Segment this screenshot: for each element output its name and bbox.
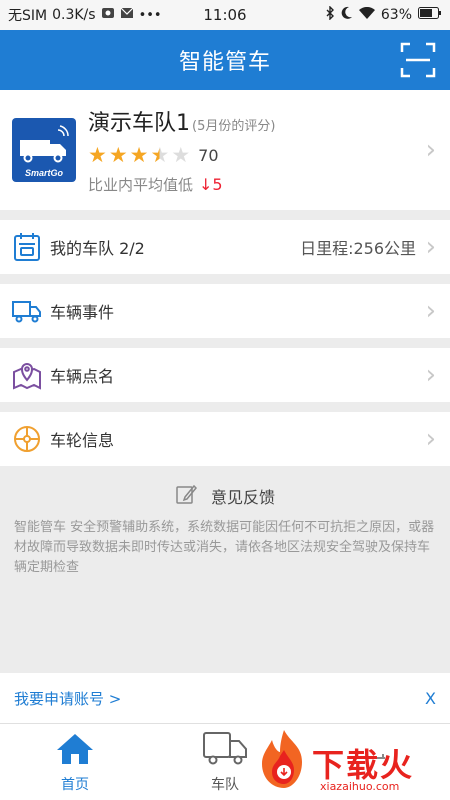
star-icon: ★ [171,143,191,167]
page-title: 智能管车 [178,50,271,75]
watermark-url: xiazaihuo.com [320,780,400,793]
close-button[interactable]: X [425,689,436,708]
mail-icon [120,6,134,24]
wheel-icon [12,424,42,454]
team-card[interactable]: SmartGo 演示车队1 (5月份的评分) ★ ★ ★ ★ ★ 70 比业内平… [0,90,450,210]
edit-icon [175,483,197,509]
rating-stars: ★ ★ ★ ★ ★ 70 [88,145,438,166]
chevron-right-icon: › [425,296,436,326]
home-icon [55,732,95,770]
tab-label-home: 首页 [61,777,89,793]
status-bar: 无SIM 0.3K/s ••• 11:06 63% [0,0,450,30]
wifi-icon [358,6,375,23]
watermark-logo: 下载火 xiazaihuo.com [254,726,444,796]
feedback-label: 意见反馈 [210,488,275,507]
menu-item-vehicle-roll-call[interactable]: 车辆点名 › [0,348,450,402]
fleet-calendar-icon [12,232,42,262]
daily-mileage: 日里程:256公里 [300,239,416,258]
moon-icon [341,6,353,24]
menu-item-wheel-info[interactable]: 车轮信息 › [0,412,450,466]
apply-account-bar: 我要申请账号 > X [0,673,450,723]
compare-delta: ↓5 [199,175,223,194]
star-icon: ★ [88,143,107,167]
disclaimer-text: 智能管车 安全预警辅助系统，系统数据可能因任何不可抗拒之原因，或器材故障而导致数… [14,520,435,575]
carrier-text: 无SIM [8,8,48,24]
star-icon: ★ [108,143,128,167]
rating-period: (5月份的评分) [192,119,276,134]
apply-account-link[interactable]: 我要申请账号 > [14,688,425,709]
header-bar: 智能管车 [0,30,450,90]
team-logo: SmartGo [12,118,76,182]
logo-text: SmartGo [24,168,63,178]
menu-label-my-team: 我的车队 2/2 [50,239,145,258]
network-speed: 0.3K/s [52,7,96,23]
team-name: 演示车队1 [88,111,190,136]
flame-icon [262,730,302,788]
delivery-truck-icon [12,296,42,326]
star-icon: ★ [129,143,149,167]
feedback-button[interactable]: 意见反馈 [0,482,450,510]
rating-score: 70 [198,146,219,165]
map-pin-icon [12,360,42,390]
chevron-right-icon: › [425,232,436,262]
scan-icon[interactable] [400,42,436,78]
tab-label-fleet: 车队 [211,777,239,793]
box-icon [101,6,115,24]
menu-item-vehicle-events[interactable]: 车辆事件 › [0,284,450,338]
menu-item-my-team[interactable]: 我的车队 2/2 日里程:256公里 › [0,220,450,274]
chevron-right-icon: › [425,424,436,454]
battery-text: 63% [380,7,412,23]
battery-icon [418,7,442,23]
tab-home[interactable]: 首页 [0,724,150,800]
star-icon: ★ [150,143,170,167]
bluetooth-icon [325,5,335,24]
menu-label-vehicle-roll-call: 车辆点名 [50,367,115,386]
compare-label: 比业内平均值低 [88,176,194,194]
menu-label-wheel-info: 车轮信息 [50,431,115,450]
chevron-right-icon: › [425,135,436,165]
menu-label-vehicle-events: 车辆事件 [50,303,115,322]
chevron-right-icon: › [425,360,436,390]
more-icon: ••• [138,7,162,23]
truck-icon [201,730,249,770]
